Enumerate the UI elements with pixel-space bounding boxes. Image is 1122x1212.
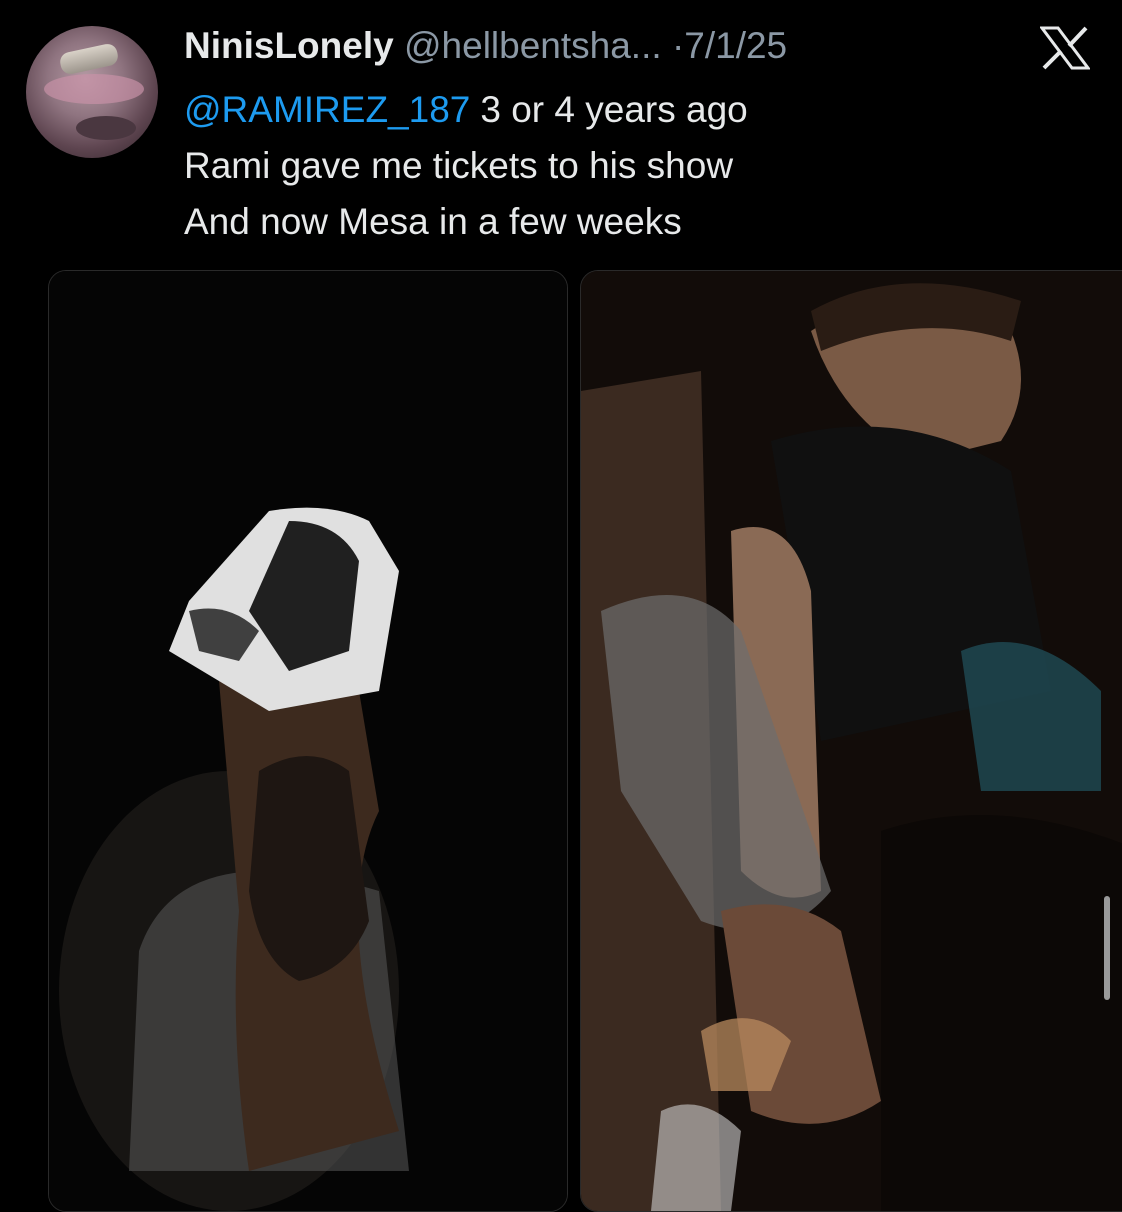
- tweet-line-3: And now Mesa in a few weeks: [184, 201, 682, 242]
- avatar-grill-shape: [58, 42, 120, 76]
- avatar-lip-shape: [44, 74, 144, 104]
- tattoo-photo-illustration: [49, 271, 567, 1211]
- crowd-photo-illustration: [581, 271, 1122, 1211]
- tweet-header: NinisLonely @hellbentsha... ·7/1/25: [184, 24, 787, 68]
- x-logo-icon[interactable]: [1039, 26, 1091, 70]
- tweet-text: @RAMIREZ_187 3 or 4 years ago Rami gave m…: [184, 82, 1084, 250]
- profile-avatar[interactable]: [26, 26, 158, 158]
- media-image-crowd[interactable]: [580, 270, 1122, 1212]
- separator-dot: ·: [671, 25, 685, 66]
- avatar-chin-shape: [76, 116, 136, 140]
- display-name[interactable]: NinisLonely: [184, 25, 394, 66]
- tweet-line-1: @RAMIREZ_187 3 or 4 years ago: [184, 82, 1084, 138]
- tweet-line-2: Rami gave me tickets to his show: [184, 145, 734, 186]
- tweet-date[interactable]: 7/1/25: [684, 25, 787, 66]
- reply-mention-link[interactable]: @RAMIREZ_187: [184, 89, 470, 130]
- user-handle[interactable]: @hellbentsha...: [404, 25, 662, 66]
- tweet-line-1-text: 3 or 4 years ago: [480, 89, 748, 130]
- media-image-tattoo[interactable]: [48, 270, 568, 1212]
- video-scrubber-handle[interactable]: [1104, 896, 1110, 1000]
